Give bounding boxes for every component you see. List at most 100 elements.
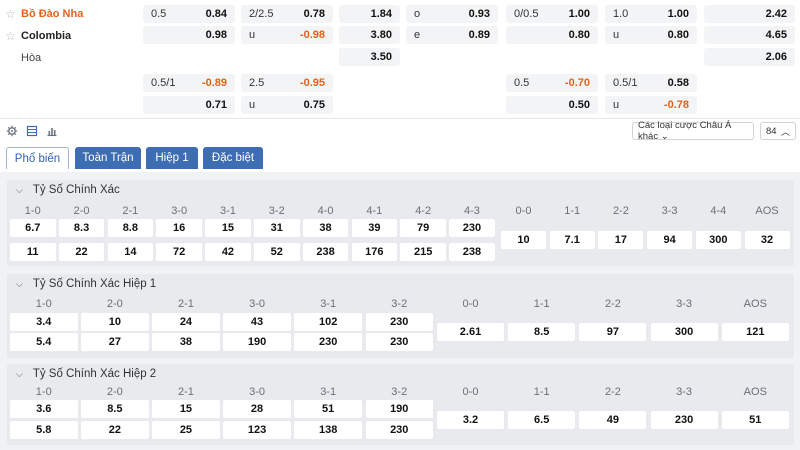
h1-ou-under-alt[interactable]: u -0.78 <box>605 96 697 114</box>
score-odds-draw[interactable]: 3.2 <box>437 411 504 429</box>
bar-chart-icon[interactable] <box>45 124 59 138</box>
ft-1x2-home[interactable]: 1.84 <box>339 5 400 23</box>
h1-hdp-away-alt[interactable]: 0.50 <box>506 96 598 114</box>
market-count-button[interactable]: 84 ︿ <box>760 122 796 140</box>
score-odds-home[interactable]: 8.3 <box>58 219 105 237</box>
score-odds-away[interactable]: 25 <box>152 421 220 439</box>
score-odds-draw[interactable]: 300 <box>695 231 741 249</box>
section-header[interactable]: ⌵ Tỷ Số Chính Xác <box>16 184 120 196</box>
score-odds-away[interactable]: 230 <box>365 333 433 351</box>
h1-ou-over-alt[interactable]: 0.5/1 0.58 <box>605 74 697 92</box>
score-odds-home[interactable]: 3.4 <box>10 313 78 331</box>
score-odds-away[interactable]: 22 <box>58 243 105 261</box>
ft-hdp-home-main[interactable]: 0.5 0.84 <box>143 5 235 23</box>
score-odds-draw[interactable]: 121 <box>721 323 789 341</box>
score-odds-draw[interactable]: 230 <box>650 411 718 429</box>
score-odds-away[interactable]: 38 <box>152 333 220 351</box>
h1-hdp-home-main[interactable]: 0/0.5 1.00 <box>506 5 598 23</box>
score-odds-away[interactable]: 190 <box>223 333 291 351</box>
score-odds-draw[interactable]: 8.5 <box>508 323 576 341</box>
score-odds-draw[interactable]: 2.61 <box>437 323 504 341</box>
score-odds-away[interactable]: 238 <box>449 243 495 261</box>
score-odds-away[interactable]: 230 <box>294 333 362 351</box>
score-odds-draw[interactable]: 94 <box>647 231 693 249</box>
score-odds-home[interactable]: 16 <box>156 219 202 237</box>
score-odds-away[interactable]: 22 <box>81 421 149 439</box>
ft-ou-over-main[interactable]: 2/2.5 0.78 <box>241 5 333 23</box>
score-odds-home[interactable]: 39 <box>351 219 398 237</box>
score-odds-home[interactable]: 230 <box>365 313 433 331</box>
score-odds-home[interactable]: 8.8 <box>107 219 154 237</box>
score-odds-draw[interactable]: 51 <box>721 411 789 429</box>
odds-type-select[interactable]: Các loại cược Châu Á khác ⌄ <box>632 120 754 142</box>
score-odds-draw[interactable]: 17 <box>598 231 644 249</box>
score-odds-home[interactable]: 15 <box>152 400 220 418</box>
score-label: AOS <box>743 386 767 398</box>
score-odds-draw[interactable]: 10 <box>501 231 546 249</box>
score-odds-away[interactable]: 123 <box>223 421 291 439</box>
score-odds-home[interactable]: 79 <box>400 219 446 237</box>
ft-hdp-home-alt[interactable]: 0.5/1 -0.89 <box>143 74 235 92</box>
score-odds-home[interactable]: 15 <box>205 219 251 237</box>
tab-popular[interactable]: Phổ biến <box>6 147 69 169</box>
score-odds-home[interactable]: 6.7 <box>10 219 56 237</box>
ft-1x2-away[interactable]: 3.80 <box>339 26 400 44</box>
h1-hdp-away-main[interactable]: 0.80 <box>506 26 598 44</box>
ft-even[interactable]: e 0.89 <box>406 26 498 44</box>
score-odds-away[interactable]: 11 <box>10 243 56 261</box>
score-odds-draw[interactable]: 7.1 <box>549 231 595 249</box>
score-odds-away[interactable]: 230 <box>365 421 433 439</box>
section-header[interactable]: ⌵ Tỷ Số Chính Xác Hiệp 2 <box>16 368 156 380</box>
ft-hdp-away-alt[interactable]: 0.71 <box>143 96 235 114</box>
score-odds-home[interactable]: 51 <box>294 400 362 418</box>
score-odds-draw[interactable]: 49 <box>579 411 647 429</box>
star-icon[interactable]: ☆ <box>5 7 19 21</box>
score-odds-away[interactable]: 5.8 <box>10 421 78 439</box>
score-label: 2-2 <box>612 205 629 217</box>
ft-hdp-away-main[interactable]: 0.98 <box>143 26 235 44</box>
score-odds-home[interactable]: 43 <box>223 313 291 331</box>
score-odds-away[interactable]: 138 <box>294 421 362 439</box>
ft-ou-over-alt[interactable]: 2.5 -0.95 <box>241 74 333 92</box>
score-odds-home[interactable]: 31 <box>254 219 300 237</box>
score-odds-home[interactable]: 230 <box>449 219 495 237</box>
score-odds-draw[interactable]: 6.5 <box>508 411 576 429</box>
ft-ou-under-main[interactable]: u -0.98 <box>241 26 333 44</box>
h1-ou-over-main[interactable]: 1.0 1.00 <box>605 5 697 23</box>
tab-first-half[interactable]: Hiệp 1 <box>146 147 198 169</box>
tab-full-time[interactable]: Toàn Trận <box>75 147 141 169</box>
h1-1x2-away[interactable]: 4.65 <box>704 26 795 44</box>
h1-1x2-home[interactable]: 2.42 <box>704 5 795 23</box>
ft-ou-under-alt[interactable]: u 0.75 <box>241 96 333 114</box>
h1-1x2-draw[interactable]: 2.06 <box>704 48 795 66</box>
score-odds-away[interactable]: 215 <box>400 243 446 261</box>
ft-odd[interactable]: o 0.93 <box>406 5 498 23</box>
score-odds-away[interactable]: 27 <box>81 333 149 351</box>
score-odds-away[interactable]: 5.4 <box>10 333 78 351</box>
score-odds-home[interactable]: 10 <box>81 313 149 331</box>
tab-special[interactable]: Đặc biệt <box>203 147 263 169</box>
score-odds-draw[interactable]: 32 <box>744 231 790 249</box>
score-odds-away[interactable]: 42 <box>205 243 251 261</box>
score-odds-home[interactable]: 8.5 <box>81 400 149 418</box>
score-odds-away[interactable]: 176 <box>351 243 398 261</box>
score-odds-home[interactable]: 38 <box>302 219 349 237</box>
ft-1x2-draw[interactable]: 3.50 <box>339 48 400 66</box>
score-odds-home[interactable]: 3.6 <box>10 400 78 418</box>
section-header[interactable]: ⌵ Tỷ Số Chính Xác Hiệp 1 <box>16 278 156 290</box>
score-odds-draw[interactable]: 97 <box>579 323 647 341</box>
list-icon[interactable] <box>25 124 39 138</box>
score-odds-draw[interactable]: 300 <box>650 323 718 341</box>
gear-icon[interactable] <box>5 124 19 138</box>
star-icon[interactable]: ☆ <box>5 29 19 43</box>
score-odds-away[interactable]: 52 <box>254 243 300 261</box>
h1-ou-under-main[interactable]: u 0.80 <box>605 26 697 44</box>
score-odds-home[interactable]: 28 <box>223 400 291 418</box>
score-odds-away[interactable]: 238 <box>302 243 349 261</box>
score-odds-home[interactable]: 190 <box>365 400 433 418</box>
h1-hdp-home-alt[interactable]: 0.5 -0.70 <box>506 74 598 92</box>
score-odds-home[interactable]: 24 <box>152 313 220 331</box>
score-odds-away[interactable]: 14 <box>107 243 154 261</box>
score-odds-away[interactable]: 72 <box>156 243 202 261</box>
score-odds-home[interactable]: 102 <box>294 313 362 331</box>
